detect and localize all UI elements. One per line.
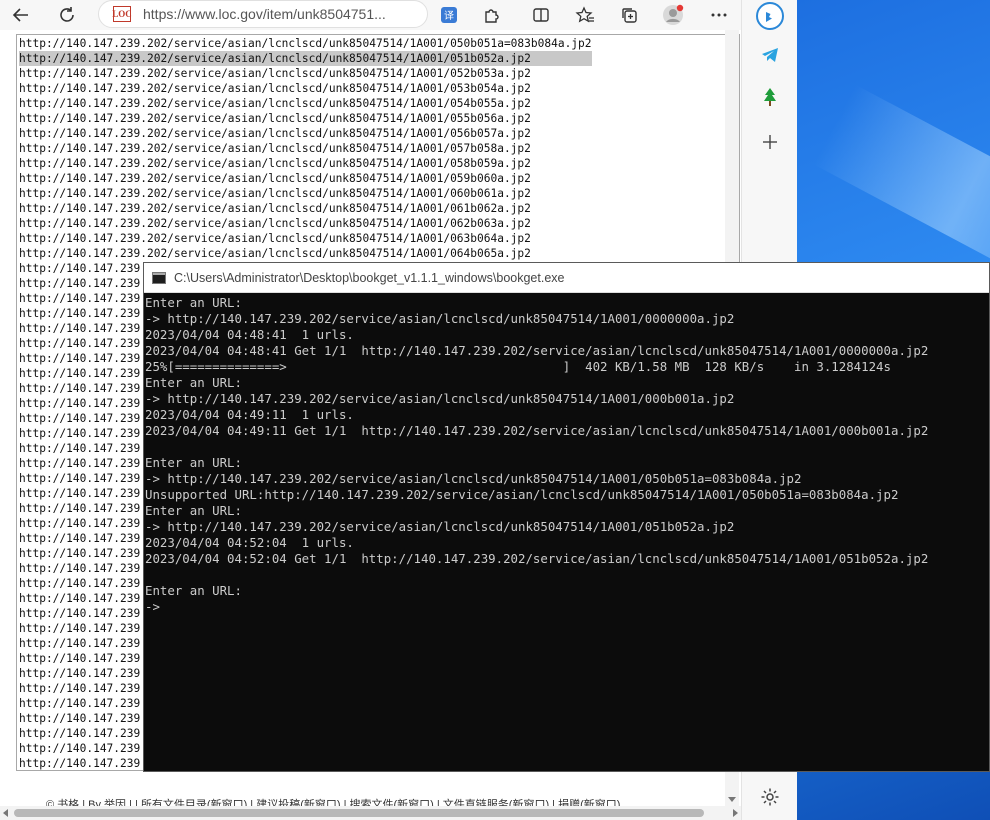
console-line: 2023/04/04 04:48:41 Get 1/1 http://140.1… (145, 343, 929, 358)
plus-icon[interactable] (756, 128, 784, 156)
page-scroll-left-icon[interactable] (3, 809, 8, 817)
url-list-line: http://140.147.239.202/service/asian/lcn… (19, 127, 531, 140)
collections-icon[interactable] (616, 2, 642, 28)
console-line: Unsupported URL:http://140.147.239.202/s… (145, 487, 899, 502)
puzzle-icon[interactable] (478, 2, 504, 28)
url-list-line: http://140.147.239.202/service/asian/lcn… (19, 232, 531, 245)
console-line: 2023/04/04 04:48:41 1 urls. (145, 327, 354, 342)
console-app-icon (152, 271, 166, 284)
bing-icon[interactable] (756, 2, 784, 30)
url-list-line: http://140.147.239.202/service/asian/lcn… (19, 97, 531, 110)
console-line: -> http://140.147.239.202/service/asian/… (145, 311, 735, 326)
console-line: Enter an URL: (145, 295, 242, 310)
url-list-line: http://140.147.239.202/service/asian/lcn… (19, 217, 531, 230)
url-list-line: http://140.147.239.202/service/asian/lcn… (19, 37, 592, 50)
page-horizontal-scrollbar[interactable] (0, 806, 741, 820)
console-line: 2023/04/04 04:49:11 1 urls. (145, 407, 354, 422)
url-list-line: http://140.147.239.202/service/asian/lcn… (19, 202, 531, 215)
url-list-line: http://140.147.239.202/service/asian/lcn… (19, 51, 592, 66)
url-list-line: http://140.147.239.202/service/asian/lcn… (19, 142, 531, 155)
console-line: Enter an URL: (145, 375, 242, 390)
console-line: 25%[==============> ] 402 KB/1.58 MB 128… (145, 359, 891, 374)
url-list-line: http://140.147.239.202/service/asian/lcn… (19, 67, 531, 80)
console-line: 2023/04/04 04:52:04 1 urls. (145, 535, 354, 550)
url-list-line: http://140.147.239.202/service/asian/lcn… (19, 157, 531, 170)
back-arrow-icon[interactable] (8, 2, 34, 28)
console-line: 2023/04/04 04:52:04 Get 1/1 http://140.1… (145, 551, 929, 566)
profile-avatar-icon[interactable] (660, 2, 686, 28)
url-list-line: http://140.147.239.202/service/asian/lcn… (19, 82, 531, 95)
url-list-line: http://140.147.239.202/service/asian/lcn… (19, 112, 531, 125)
console-line: 2023/04/04 04:49:11 Get 1/1 http://140.1… (145, 423, 929, 438)
console-line: Enter an URL: (145, 503, 242, 518)
address-url: https://www.loc.gov/item/unk8504751... (143, 6, 386, 22)
address-bar[interactable]: LOC https://www.loc.gov/item/unk8504751.… (98, 0, 428, 28)
console-title: C:\Users\Administrator\Desktop\bookget_v… (174, 270, 565, 285)
url-list-line: http://140.147.239.202/service/asian/lcn… (19, 247, 531, 260)
more-icon[interactable] (706, 2, 732, 28)
page-scroll-down-icon[interactable] (728, 797, 736, 802)
translate-icon[interactable]: 译 (436, 2, 462, 28)
favorites-icon[interactable] (572, 2, 598, 28)
console-output[interactable]: Enter an URL: -> http://140.147.239.202/s… (144, 293, 989, 615)
url-list-line: http://140.147.239.202/service/asian/lcn… (19, 172, 531, 185)
url-list-line: http://140.147.239.202/service/asian/lcn… (19, 187, 531, 200)
split-screen-icon[interactable] (528, 2, 554, 28)
refresh-icon[interactable] (54, 2, 80, 28)
browser-toolbar: LOC https://www.loc.gov/item/unk8504751.… (0, 0, 797, 30)
console-line: -> http://140.147.239.202/service/asian/… (145, 471, 802, 486)
svg-text:译: 译 (444, 10, 454, 22)
page-horizontal-scroll-thumb[interactable] (14, 809, 704, 817)
page-scroll-right-icon[interactable] (733, 809, 738, 817)
console-window[interactable]: C:\Users\Administrator\Desktop\bookget_v… (143, 262, 990, 772)
tree-icon[interactable] (756, 83, 784, 111)
site-favicon-icon: LOC (112, 6, 132, 22)
console-line: -> (145, 599, 160, 614)
console-line: -> http://140.147.239.202/service/asian/… (145, 519, 735, 534)
page-footer-links[interactable]: © 书格 | By 举因 | | 所有文件目录(新窗口) | 建议投稿(新窗口)… (46, 796, 620, 806)
console-title-bar[interactable]: C:\Users\Administrator\Desktop\bookget_v… (144, 263, 989, 293)
telegram-icon[interactable] (756, 41, 784, 69)
console-line: -> http://140.147.239.202/service/asian/… (145, 391, 735, 406)
gear-icon[interactable] (756, 783, 784, 811)
console-line: Enter an URL: (145, 583, 242, 598)
console-line: Enter an URL: (145, 455, 242, 470)
